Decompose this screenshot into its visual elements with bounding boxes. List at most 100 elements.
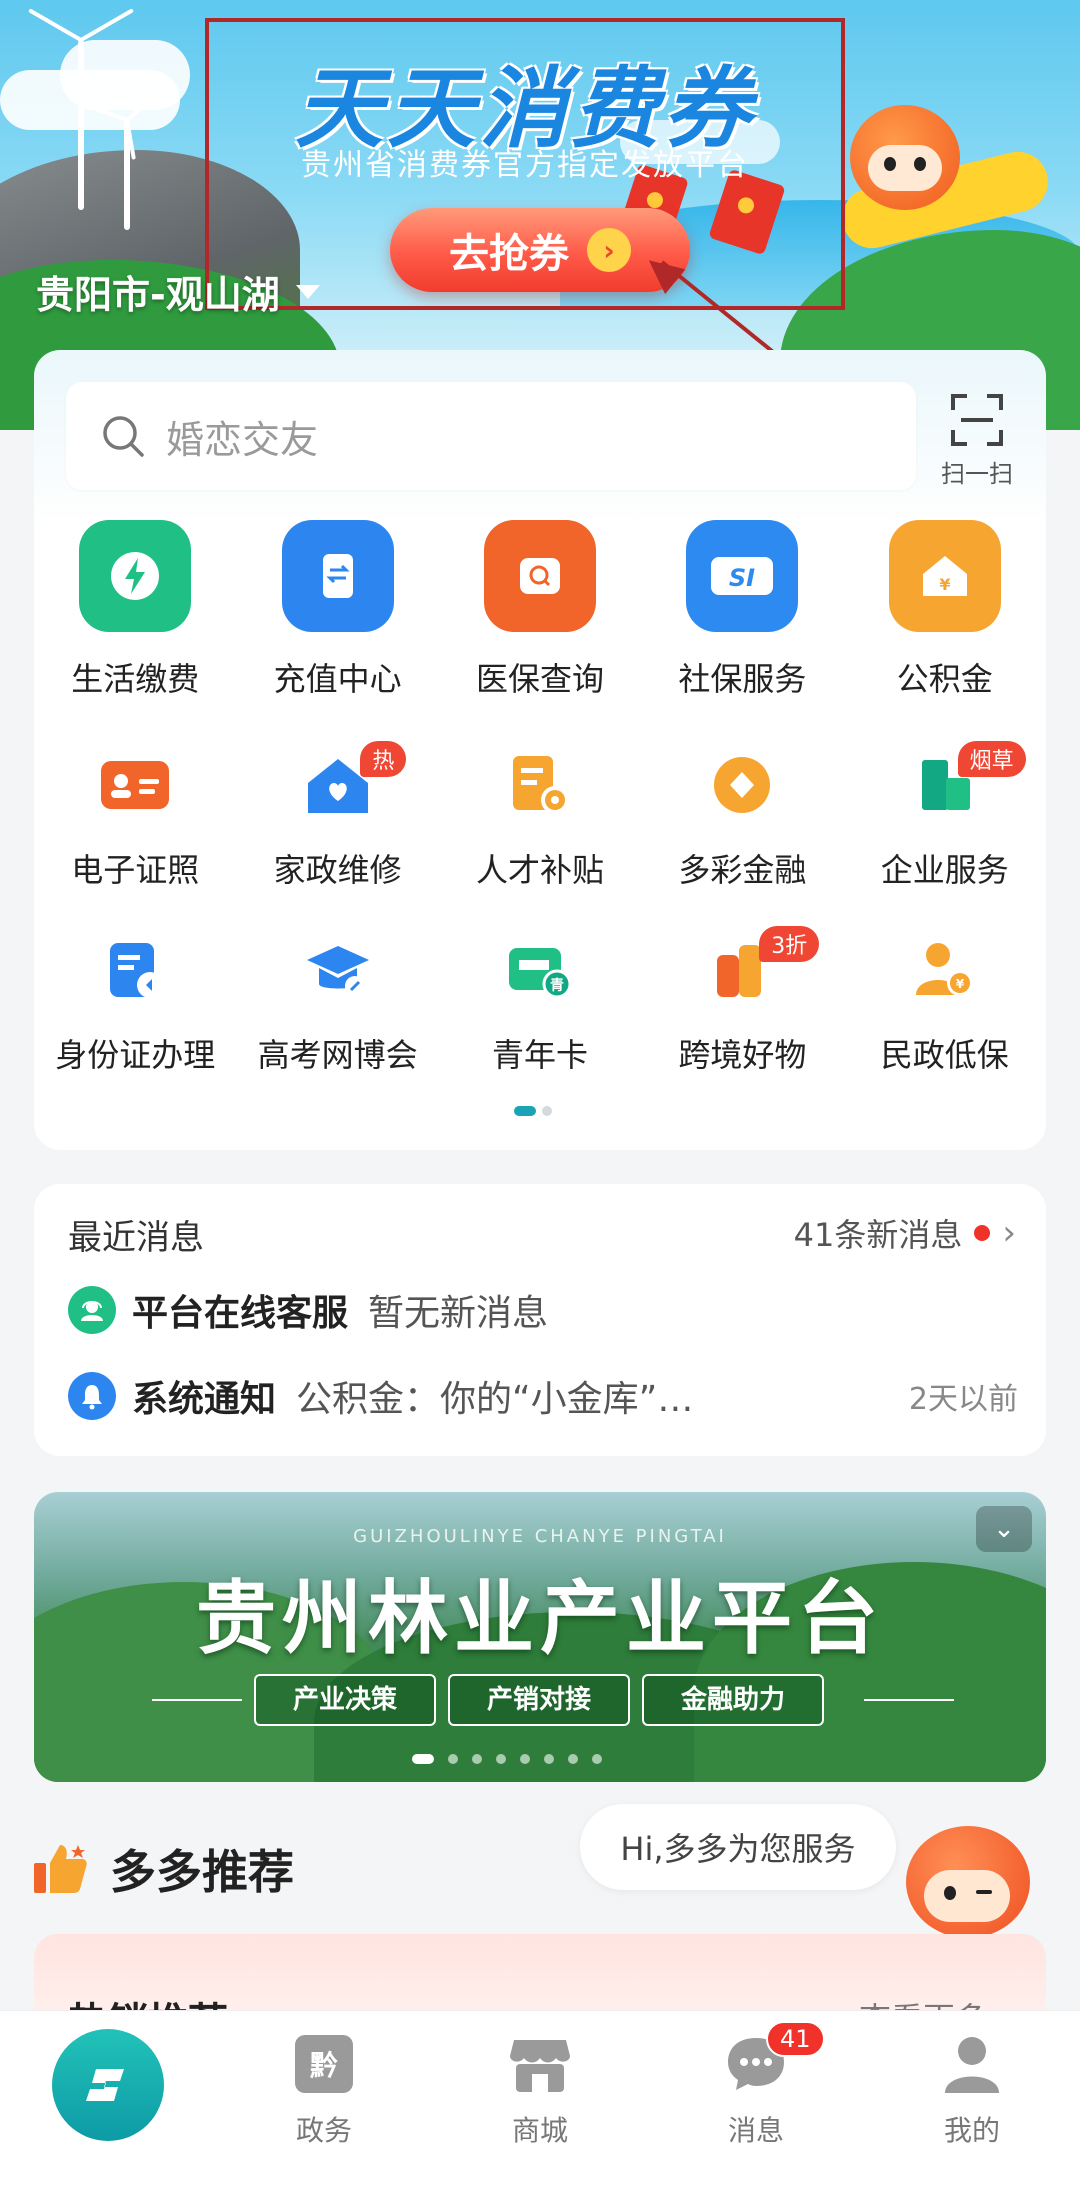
message-item-system-notice[interactable]: 系统通知 公积金：你的“小金库”… 2天以前 [68,1370,1018,1422]
forestry-platform-banner[interactable]: GUIZHOULINYE CHANYE PINGTAI 贵州林业产业平台 产业决… [34,1492,1046,1782]
hot-badge: 热 [360,741,407,777]
medical-search-icon [483,520,596,632]
search-input[interactable]: 婚恋交友 [66,382,916,490]
service-label: 生活缴费 [71,660,200,698]
service-label: 人才补贴 [475,851,604,889]
carousel-dot [520,1754,530,1764]
message-preview: 公积金：你的“小金库”… [296,1379,694,1420]
search-placeholder: 婚恋交友 [166,417,319,462]
carousel-dot [544,1754,554,1764]
service-item-youth-card[interactable]: 青 青年卡 [439,930,641,1076]
id-card-icon [95,745,175,825]
page-indicator [514,1106,552,1116]
divider-line [152,1699,242,1701]
service-card: 婚恋交友 扫一扫 生活缴费 充值中心 医保查询 SI 社保服务 ¥ 公积金 电子… [34,350,1046,1150]
recent-messages-title: 最近消息 [68,1218,204,1258]
recommend-header: 多多推荐 [30,1836,294,1902]
mall-icon [507,2031,573,2097]
page-dot-active [514,1106,536,1116]
scan-icon [951,394,1003,446]
bolt-icon [79,520,192,632]
mascot-icon [850,105,960,210]
banner-tag: 产业决策 [254,1674,436,1726]
scan-button[interactable]: 扫一扫 [922,392,1032,492]
discount-badge: 3折 [759,926,820,962]
service-item-social-security[interactable]: SI 社保服务 [641,520,843,700]
banner-tag: 产销对接 [448,1674,630,1726]
service-label: 青年卡 [491,1036,588,1074]
service-item-cross-border[interactable]: 3折 跨境好物 [641,926,843,1076]
bell-icon [68,1372,116,1420]
customer-service-icon [68,1286,116,1334]
collapse-chevron-icon[interactable]: ⌄ [976,1506,1032,1552]
service-grid-row: 电子证照 热 家政维修 人才补贴 多彩金融 烟草 企业服务 [34,741,1046,891]
tab-messages[interactable]: 41 消息 [648,2011,864,2186]
svg-text:青: 青 [550,977,564,994]
carousel-dot [592,1754,602,1764]
wind-turbine-icon [28,8,134,210]
service-label: 公积金 [896,660,993,698]
assistant-mascot-icon[interactable] [906,1826,1030,1938]
tab-label: 政务 [295,2114,352,2147]
service-grid-row: 身份证办理 高考网博会 青 青年卡 3折 跨境好物 ¥ 民政低保 [34,926,1046,1076]
civil-welfare-icon: ¥ [905,930,985,1010]
svg-text:¥: ¥ [939,575,950,594]
service-item-talent-subsidy[interactable]: 人才补贴 [439,745,641,891]
tab-government[interactable]: 黔 政务 [216,2011,432,2186]
banner-pinyin: GUIZHOULINYE CHANYE PINGTAI [353,1526,727,1547]
service-item-finance[interactable]: 多彩金融 [641,745,843,891]
service-item-e-license[interactable]: 电子证照 [34,745,236,891]
carousel-dot [568,1754,578,1764]
carousel-dot [496,1754,506,1764]
new-messages-link[interactable]: 41条新消息 › [794,1210,1016,1256]
graduation-cap-icon [298,930,378,1010]
new-messages-count: 41条新消息 [793,1216,963,1254]
unread-dot-icon [974,1225,991,1241]
divider-line [864,1699,954,1701]
tab-label: 商城 [511,2114,568,2147]
message-item-customer-service[interactable]: 平台在线客服 暂无新消息 [68,1284,1018,1336]
carousel-indicator [412,1754,602,1764]
service-label: 充值中心 [273,660,402,698]
service-item-civil-welfare[interactable]: ¥ 民政低保 [844,930,1046,1076]
service-label: 高考网博会 [257,1036,418,1074]
tab-home[interactable] [0,2011,216,2186]
location-selector[interactable]: 贵阳市-观山湖 [36,264,320,319]
tab-profile[interactable]: 我的 [864,2011,1080,2186]
wind-turbine-icon [88,92,159,230]
government-icon: 黔 [291,2031,357,2097]
service-label: 社保服务 [678,660,807,698]
service-label: 家政维修 [273,851,402,889]
service-label: 身份证办理 [55,1036,216,1074]
home-logo-icon [52,2029,164,2141]
banner-tags: 产业决策 产销对接 金融助力 [254,1674,824,1726]
chevron-right-icon: › [1002,1213,1016,1253]
service-item-enterprise[interactable]: 烟草 企业服务 [844,741,1046,891]
youth-card-icon: 青 [500,930,580,1010]
recommend-title: 多多推荐 [110,1845,294,1899]
service-item-id-card[interactable]: 身份证办理 [34,930,236,1076]
scan-label: 扫一扫 [941,460,1013,488]
service-item-medical-insurance[interactable]: 医保查询 [439,520,641,700]
location-label: 贵阳市-观山湖 [36,273,280,317]
house-fund-icon: ¥ [888,520,1001,632]
service-item-home-repair[interactable]: 热 家政维修 [236,741,438,891]
svg-text:黔: 黔 [310,2049,338,2082]
service-item-utilities[interactable]: 生活缴费 [34,520,236,700]
message-time: 2天以前 [908,1382,1018,1417]
talent-subsidy-icon [500,745,580,825]
service-item-housing-fund[interactable]: ¥ 公积金 [844,520,1046,700]
banner-title: 贵州林业产业平台 [196,1572,884,1665]
service-label: 电子证照 [71,851,200,889]
service-label: 民政低保 [880,1036,1009,1074]
service-item-gaokao-expo[interactable]: 高考网博会 [236,930,438,1076]
carousel-dot [448,1754,458,1764]
service-item-recharge[interactable]: 充值中心 [236,520,438,700]
tab-mall[interactable]: 商城 [432,2011,648,2186]
assistant-greeting-bubble[interactable]: Hi,多多为您服务 [580,1804,896,1890]
si-icon: SI [686,520,799,632]
carousel-dot-active [412,1754,434,1764]
recent-messages-card[interactable]: 最近消息 41条新消息 › 平台在线客服 暂无新消息 系统通知 公积金：你的“小… [34,1184,1046,1456]
tobacco-badge: 烟草 [957,741,1026,777]
unread-count-badge: 41 [766,2021,825,2057]
